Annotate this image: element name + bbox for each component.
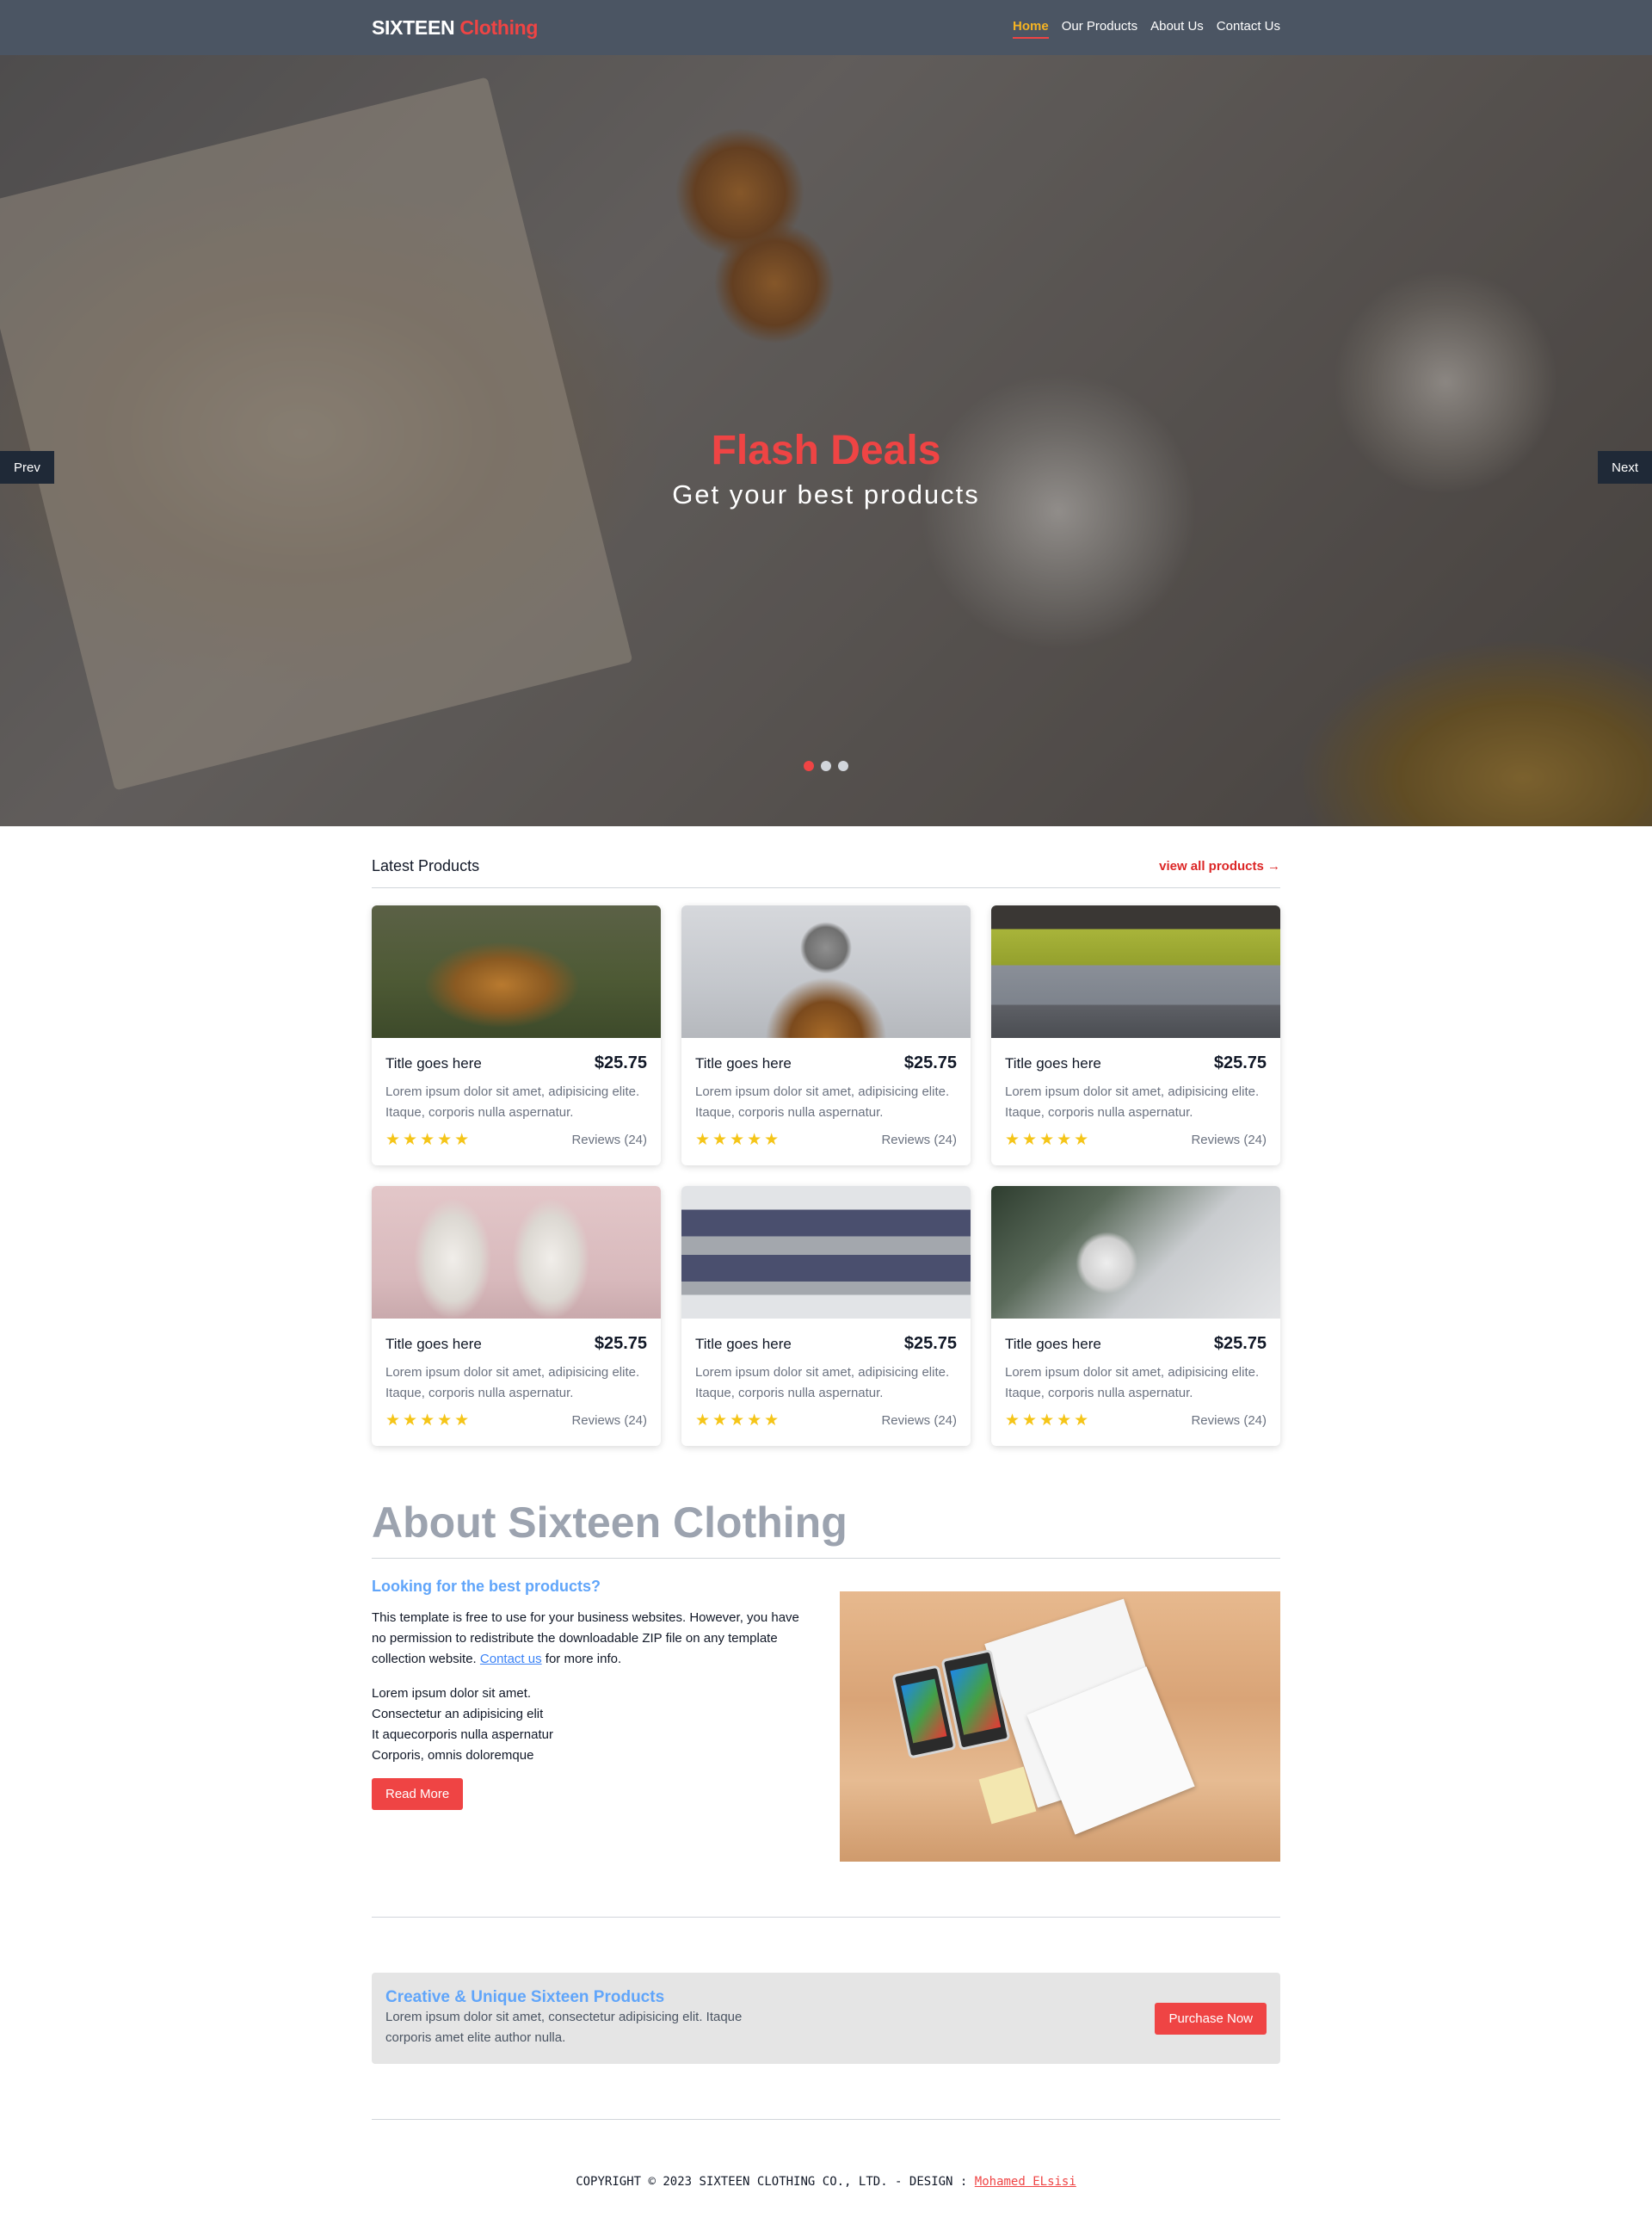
product-description: Lorem ipsum dolor sit amet, adipisicing …: [1005, 1365, 1260, 1400]
carousel-indicators: [0, 761, 1652, 771]
star-rating-icon: ★★★★★: [385, 1131, 472, 1149]
product-price: $25.75: [903, 1334, 957, 1353]
product-card[interactable]: Title goes here $25.75 Lorem ipsum dolor …: [681, 1186, 971, 1446]
read-more-button[interactable]: Read More: [372, 1778, 464, 1810]
footer-divider: [372, 2119, 1280, 2120]
nav-item-contact-us[interactable]: Contact Us: [1217, 19, 1280, 37]
footer: COPYRIGHT © 2023 SIXTEEN CLOTHING CO., L…: [372, 2175, 1280, 2209]
product-title[interactable]: Title goes here: [385, 1336, 482, 1353]
carousel-dot-1[interactable]: [804, 761, 814, 771]
product-title[interactable]: Title goes here: [1005, 1336, 1101, 1353]
product-description: Lorem ipsum dolor sit amet, adipisicing …: [385, 1365, 640, 1400]
about-text-column: Looking for the best products? This temp…: [372, 1578, 802, 1862]
hero-caption: Flash Deals Get your best products: [0, 427, 1652, 510]
brand-logo[interactable]: SIXTEEN Clothing: [372, 16, 538, 40]
product-image-folded-sweaters[interactable]: [991, 905, 1280, 1038]
cta-title: Creative & Unique Sixteen Products: [385, 1988, 665, 2006]
product-price: $25.75: [1213, 1053, 1267, 1072]
brand-accent: Clothing: [459, 15, 539, 39]
about-heading: About Sixteen Clothing: [372, 1498, 1280, 1559]
product-title[interactable]: Title goes here: [1005, 1055, 1101, 1072]
about-image-desk-phones: [840, 1591, 1280, 1862]
product-reviews: Reviews (24): [1191, 1133, 1267, 1147]
star-rating-icon: ★★★★★: [695, 1131, 782, 1149]
brand-name: SIXTEEN: [372, 15, 455, 39]
latest-products-header: Latest Products view all products →: [372, 857, 1280, 888]
about-paragraph: This template is free to use for your bu…: [372, 1608, 802, 1670]
latest-products-heading: Latest Products: [372, 857, 480, 874]
hero-subtitle: Get your best products: [672, 479, 980, 510]
product-description: Lorem ipsum dolor sit amet, adipisicing …: [695, 1365, 950, 1400]
hero-title: Flash Deals: [711, 428, 941, 473]
copyright-text: COPYRIGHT © 2023 SIXTEEN CLOTHING CO., L…: [576, 2175, 975, 2189]
product-card[interactable]: Title goes here $25.75 Lorem ipsum dolor …: [991, 1186, 1280, 1446]
product-reviews: Reviews (24): [571, 1133, 647, 1147]
product-title[interactable]: Title goes here: [385, 1055, 482, 1072]
nav-item-home[interactable]: Home: [1013, 19, 1049, 39]
product-image-beanie-jacket[interactable]: [681, 905, 971, 1038]
product-reviews: Reviews (24): [571, 1413, 647, 1428]
star-rating-icon: ★★★★★: [695, 1412, 782, 1430]
star-rating-icon: ★★★★★: [1005, 1412, 1092, 1430]
product-description: Lorem ipsum dolor sit amet, adipisicing …: [1005, 1084, 1260, 1120]
main-menu: Home Our Products About Us Contact Us: [1013, 19, 1280, 39]
product-card[interactable]: Title goes here $25.75 Lorem ipsum dolor …: [681, 905, 971, 1165]
hero-carousel: Prev Next Flash Deals Get your best prod…: [0, 55, 1652, 826]
product-price: $25.75: [903, 1053, 957, 1072]
product-price: $25.75: [1213, 1334, 1267, 1353]
product-image-striped-sweater[interactable]: [681, 1186, 971, 1319]
about-list: Lorem ipsum dolor sit amet. Consectetur …: [372, 1683, 802, 1766]
designer-link[interactable]: Mohamed ELsisi: [975, 2175, 1076, 2189]
nav-item-about-us[interactable]: About Us: [1150, 19, 1204, 37]
product-image-snowman-ornament[interactable]: [991, 1186, 1280, 1319]
cta-text: Lorem ipsum dolor sit amet, consectetur …: [385, 2010, 743, 2045]
purchase-now-button[interactable]: Purchase Now: [1155, 2002, 1267, 2035]
list-item: Lorem ipsum dolor sit amet.: [372, 1686, 532, 1701]
product-title[interactable]: Title goes here: [695, 1055, 792, 1072]
product-reviews: Reviews (24): [881, 1413, 957, 1428]
view-all-products-link[interactable]: view all products →: [1159, 859, 1280, 874]
product-price: $25.75: [594, 1053, 647, 1072]
cta-text-block: Creative & Unique Sixteen Products Lorem…: [385, 1988, 781, 2048]
product-card[interactable]: Title goes here $25.75 Lorem ipsum dolor …: [991, 905, 1280, 1165]
product-title[interactable]: Title goes here: [695, 1336, 792, 1353]
list-item: Corporis, omnis doloremque: [372, 1748, 534, 1763]
product-reviews: Reviews (24): [1191, 1413, 1267, 1428]
carousel-dot-3[interactable]: [838, 761, 848, 771]
product-card[interactable]: Title goes here $25.75 Lorem ipsum dolor …: [372, 1186, 661, 1446]
call-to-action: Creative & Unique Sixteen Products Lorem…: [372, 1973, 1280, 2064]
about-paragraph-tail: for more info.: [541, 1652, 622, 1666]
view-all-label: view all products: [1159, 859, 1264, 874]
carousel-next-button[interactable]: Next: [1598, 451, 1652, 484]
nav-item-our-products[interactable]: Our Products: [1062, 19, 1137, 37]
list-item: Consectetur an adipisicing elit: [372, 1707, 544, 1721]
top-navbar: SIXTEEN Clothing Home Our Products About …: [0, 0, 1652, 55]
product-description: Lorem ipsum dolor sit amet, adipisicing …: [385, 1084, 640, 1120]
about-section: Looking for the best products? This temp…: [372, 1578, 1280, 1862]
carousel-dot-2[interactable]: [821, 761, 831, 771]
star-rating-icon: ★★★★★: [385, 1412, 472, 1430]
product-price: $25.75: [594, 1334, 647, 1353]
product-grid: Title goes here $25.75 Lorem ipsum dolor …: [372, 905, 1280, 1446]
contact-us-link[interactable]: Contact us: [480, 1652, 542, 1666]
about-subtitle: Looking for the best products?: [372, 1578, 601, 1595]
list-item: It aquecorporis nulla aspernatur: [372, 1727, 553, 1742]
product-image-boots[interactable]: [372, 905, 661, 1038]
main-content: Latest Products view all products → Titl…: [372, 857, 1280, 2209]
section-divider: [372, 1917, 1280, 1918]
arrow-right-icon: →: [1267, 859, 1280, 874]
star-rating-icon: ★★★★★: [1005, 1131, 1092, 1149]
product-reviews: Reviews (24): [881, 1133, 957, 1147]
product-card[interactable]: Title goes here $25.75 Lorem ipsum dolor …: [372, 905, 661, 1165]
product-image-sock-snowmen[interactable]: [372, 1186, 661, 1319]
product-description: Lorem ipsum dolor sit amet, adipisicing …: [695, 1084, 950, 1120]
carousel-prev-button[interactable]: Prev: [0, 451, 54, 484]
